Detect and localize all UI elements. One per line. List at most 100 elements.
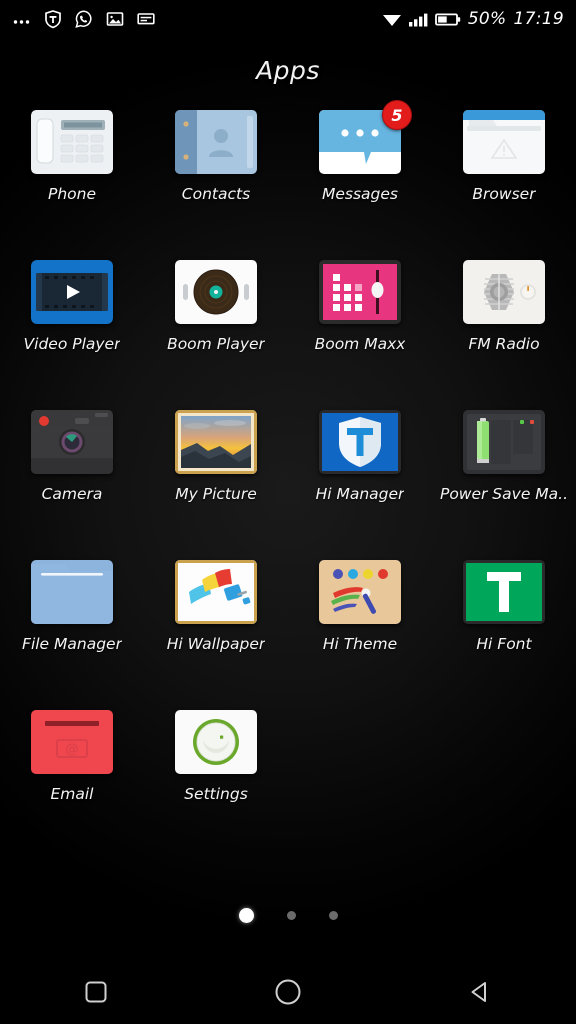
video-player-icon	[31, 260, 113, 324]
icon-wrap-my-picture	[175, 410, 257, 474]
app-drawer-screen: 50% 17:19 Apps Phone Contacts 5 Messages…	[0, 0, 576, 1024]
my-picture-icon	[175, 410, 257, 474]
app-label: Hi Manager	[315, 485, 405, 503]
app-cell-boom-player[interactable]: Boom Player	[144, 254, 288, 404]
app-cell-browser[interactable]: Browser	[432, 104, 576, 254]
recents-square-icon	[85, 981, 107, 1003]
sms-message-icon	[136, 9, 156, 29]
app-cell-video-player[interactable]: Video Player	[0, 254, 144, 404]
browser-icon	[463, 110, 545, 174]
battery-half-icon	[434, 9, 461, 29]
app-label: Messages	[321, 185, 398, 203]
gallery-image-icon	[105, 9, 125, 29]
app-label: Hi Theme	[322, 635, 398, 653]
battery-percent-label: 50%	[467, 9, 507, 29]
email-icon: @	[31, 710, 113, 774]
recents-button[interactable]	[48, 960, 144, 1024]
icon-wrap-power-save-manager	[463, 410, 545, 474]
status-bar: 50% 17:19	[0, 0, 576, 38]
boom-maxx-icon	[319, 260, 401, 324]
icon-wrap-fm-radio	[463, 260, 545, 324]
icon-wrap-hi-font	[463, 560, 545, 624]
app-label: Browser	[472, 185, 536, 203]
app-cell-camera[interactable]: Camera	[0, 404, 144, 554]
app-grid: Phone Contacts 5 Messages Browser Video …	[0, 100, 576, 854]
icon-wrap-boom-player	[175, 260, 257, 324]
wifi-icon	[381, 9, 401, 29]
icon-wrap-boom-maxx	[319, 260, 401, 324]
app-label: Hi Font	[476, 635, 532, 653]
app-label: Video Player	[23, 335, 121, 353]
svg-text:@: @	[66, 742, 79, 757]
app-cell-hi-theme[interactable]: Hi Theme	[288, 554, 432, 704]
signal-bars-icon	[408, 9, 428, 29]
boom-player-icon	[175, 260, 257, 324]
page-indicator	[0, 908, 576, 923]
status-bar-notification-icons	[12, 9, 156, 29]
icon-wrap-hi-theme	[319, 560, 401, 624]
status-bar-system-icons: 50% 17:19	[381, 9, 564, 29]
app-cell-messages[interactable]: 5 Messages	[288, 100, 432, 254]
app-label: File Manager	[22, 635, 122, 653]
app-cell-settings[interactable]: Settings	[144, 704, 288, 854]
icon-wrap-video-player	[31, 260, 113, 324]
clock-label: 17:19	[513, 9, 564, 29]
icon-wrap-phone	[31, 110, 113, 174]
app-cell-email[interactable]: @ Email	[0, 704, 144, 854]
icon-wrap-settings	[175, 710, 257, 774]
app-label: Hi Wallpaper	[166, 635, 266, 653]
app-label: Camera	[41, 485, 103, 503]
icon-wrap-contacts	[175, 110, 257, 174]
app-label: Contacts	[181, 185, 251, 203]
app-cell-hi-font[interactable]: Hi Font	[432, 554, 576, 704]
settings-icon	[175, 710, 257, 774]
camera-icon	[31, 410, 113, 474]
app-label: FM Radio	[468, 335, 540, 353]
app-label: Settings	[184, 785, 248, 803]
icon-wrap-hi-wallpaper	[175, 560, 257, 624]
shield-icon	[43, 9, 63, 29]
app-cell-hi-wallpaper[interactable]: Hi Wallpaper	[144, 554, 288, 704]
icon-wrap-camera	[31, 410, 113, 474]
home-circle-icon	[275, 979, 301, 1005]
app-label: Phone	[47, 185, 96, 203]
app-cell-contacts[interactable]: Contacts	[144, 104, 288, 254]
page-dot-1[interactable]	[238, 908, 254, 923]
app-label: Boom Player	[167, 335, 265, 353]
notification-badge: 5	[382, 100, 412, 130]
icon-wrap-browser	[463, 110, 545, 174]
power-save-icon	[463, 410, 545, 474]
icon-wrap-hi-manager	[319, 410, 401, 474]
more-overflow-icon	[12, 9, 32, 29]
hi-theme-icon	[319, 560, 401, 624]
whatsapp-icon	[74, 9, 94, 29]
navigation-bar	[0, 960, 576, 1024]
hi-font-icon	[463, 560, 545, 624]
icon-wrap-email: @	[31, 710, 113, 774]
back-triangle-icon	[471, 982, 486, 1002]
back-button[interactable]	[432, 960, 528, 1024]
icon-wrap-file-manager	[31, 560, 113, 624]
icon-wrap-messages: 5	[319, 100, 412, 174]
app-cell-boom-maxx[interactable]: Boom Maxx	[288, 254, 432, 404]
app-cell-phone[interactable]: Phone	[0, 104, 144, 254]
app-label: Power Save Ma..	[439, 485, 569, 503]
app-label: Boom Maxx	[314, 335, 406, 353]
home-button[interactable]	[240, 960, 336, 1024]
phone-icon	[31, 110, 113, 174]
hi-wallpaper-icon	[175, 560, 257, 624]
contacts-icon	[175, 110, 257, 174]
page-dot-2[interactable]	[286, 911, 296, 920]
app-cell-my-picture[interactable]: My Picture	[144, 404, 288, 554]
page-dot-3[interactable]	[328, 911, 338, 920]
app-label: My Picture	[175, 485, 257, 503]
app-cell-fm-radio[interactable]: FM Radio	[432, 254, 576, 404]
app-label: Email	[50, 785, 94, 803]
page-title: Apps	[256, 56, 320, 85]
fm-radio-icon	[463, 260, 545, 324]
app-cell-file-manager[interactable]: File Manager	[0, 554, 144, 704]
file-manager-icon	[31, 560, 113, 624]
hi-manager-icon	[319, 410, 401, 474]
app-cell-power-save-manager[interactable]: Power Save Ma..	[432, 404, 576, 554]
app-cell-hi-manager[interactable]: Hi Manager	[288, 404, 432, 554]
